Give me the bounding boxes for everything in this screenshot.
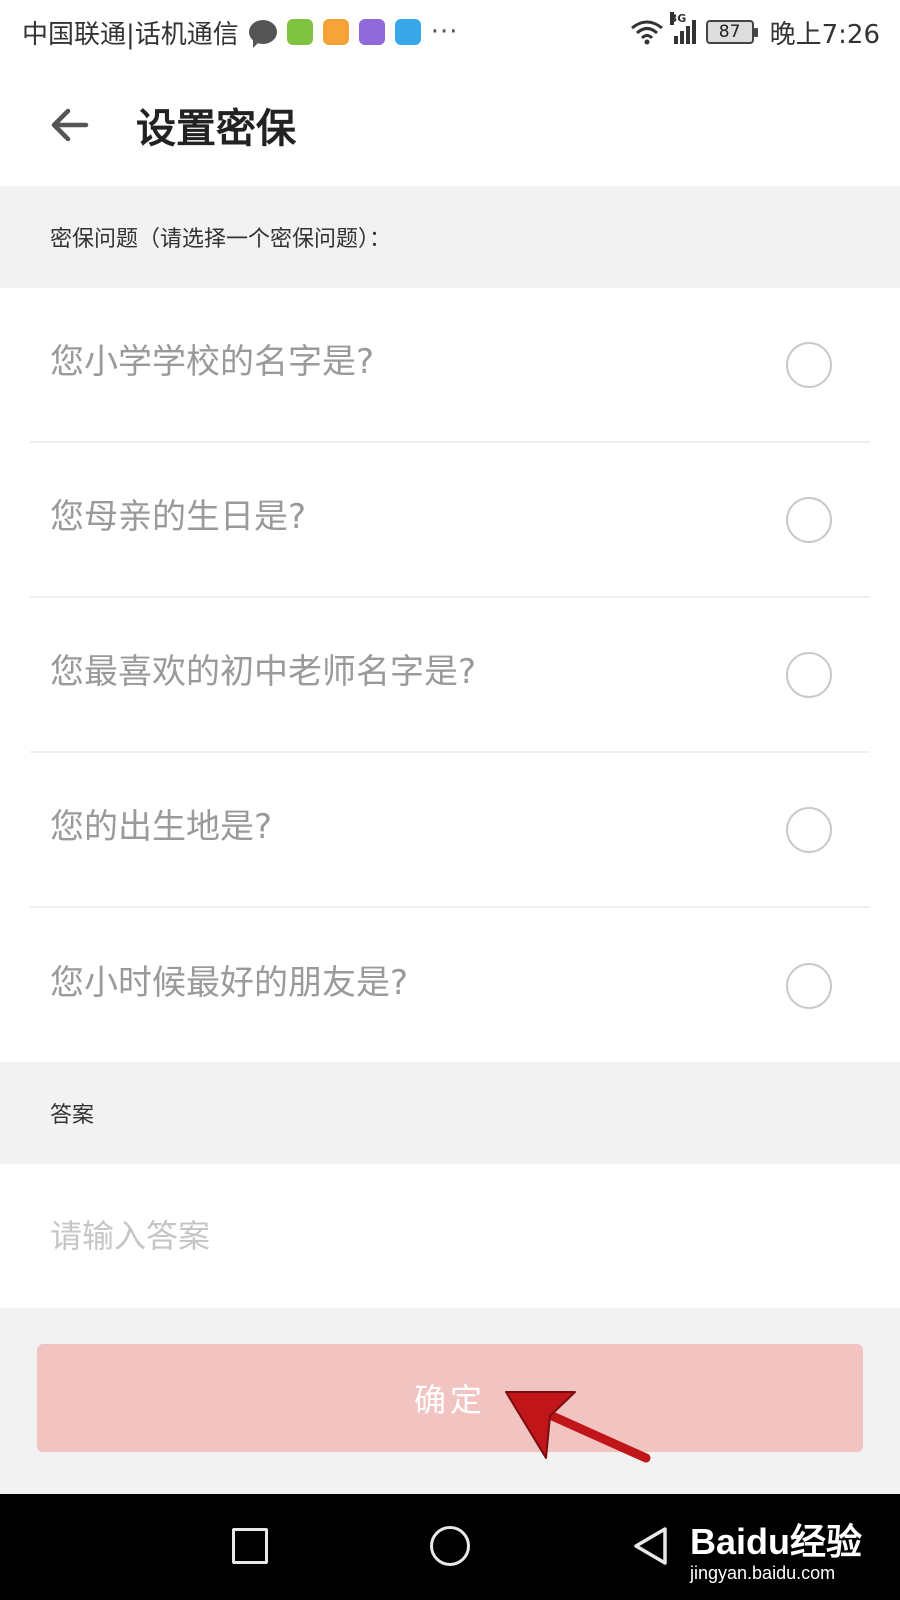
question-option[interactable]: 您母亲的生日是?	[30, 443, 870, 598]
app-green-icon	[286, 19, 313, 45]
battery-icon: 87	[705, 20, 758, 44]
header: 设置密保	[0, 64, 900, 186]
nav-back-icon[interactable]	[630, 1525, 670, 1567]
chat-icon	[248, 20, 277, 48]
question-text: 您母亲的生日是?	[50, 497, 307, 537]
radio-button[interactable]	[786, 806, 832, 853]
home-icon[interactable]	[430, 1526, 470, 1566]
shield-blue-icon	[394, 19, 421, 45]
radio-button[interactable]	[786, 496, 832, 543]
question-text: 您的出生地是?	[50, 807, 273, 847]
question-text: 您最喜欢的初中老师名字是?	[50, 652, 477, 692]
signal-type-label: 3G	[669, 12, 687, 25]
signal-icon: 3G	[669, 12, 696, 44]
radio-button[interactable]	[786, 341, 832, 388]
app-orange-icon	[322, 19, 349, 45]
clock: 晚上7:26	[769, 19, 880, 50]
status-left: 中国联通|话机通信 ···	[22, 14, 459, 51]
radio-button[interactable]	[786, 651, 832, 698]
watermark-url: jingyan.baidu.com	[690, 1563, 836, 1583]
confirm-button[interactable]: 确定	[37, 1344, 863, 1452]
question-option[interactable]: 您的出生地是?	[30, 753, 870, 908]
recent-apps-icon[interactable]	[232, 1528, 268, 1564]
back-arrow-icon[interactable]	[46, 101, 94, 149]
watermark-brand: Baidu经验	[690, 1521, 863, 1562]
question-list: 您小学学校的名字是? 您母亲的生日是? 您最喜欢的初中老师名字是? 您的出生地是…	[0, 288, 900, 1062]
question-text: 您小学学校的名字是?	[50, 342, 375, 382]
battery-level: 87	[718, 22, 741, 42]
answer-section-label: 答案	[0, 1062, 900, 1164]
annotation-arrow-icon	[505, 1391, 651, 1463]
answer-box	[0, 1164, 900, 1308]
question-section-label: 密保问题（请选择一个密保问题）：	[0, 186, 900, 288]
question-option[interactable]: 您小时候最好的朋友是?	[30, 908, 870, 1063]
baidu-watermark: Baidu经验 jingyan.baidu.com	[690, 1505, 890, 1595]
app-purple-icon	[358, 19, 385, 45]
question-text: 您小时候最好的朋友是?	[50, 963, 409, 1003]
question-option[interactable]: 您小学学校的名字是?	[30, 288, 870, 443]
question-option[interactable]: 您最喜欢的初中老师名字是?	[30, 598, 870, 753]
status-right: 3G 87 晚上7:26	[630, 12, 880, 51]
page-title: 设置密保	[136, 106, 296, 152]
carrier-label: 中国联通|话机通信	[22, 19, 239, 50]
wifi-icon	[630, 20, 663, 45]
radio-button[interactable]	[786, 962, 832, 1009]
status-bar: 中国联通|话机通信 ··· 3G 87 晚上7:26	[0, 0, 900, 64]
answer-input[interactable]	[0, 1164, 900, 1308]
more-notifications-icon: ···	[430, 17, 459, 47]
